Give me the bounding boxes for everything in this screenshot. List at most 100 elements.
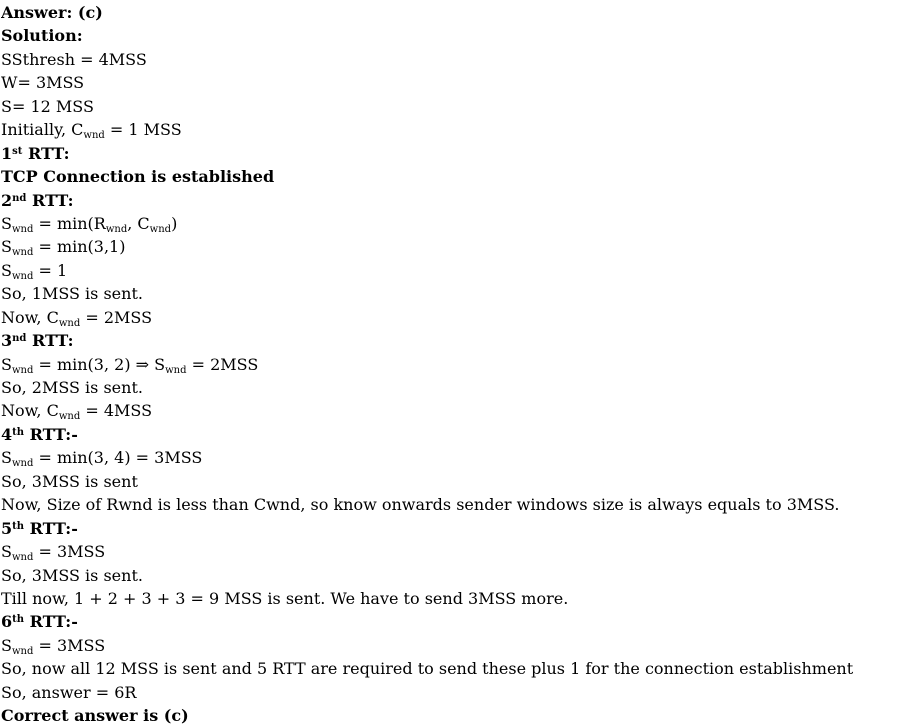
- line-text: Correct answer is (c): [1, 706, 189, 726]
- final-answer-line: So, answer = 6R: [1, 681, 899, 704]
- line-text: Till now, 1 + 2 + 3 + 3 = 9 MSS is sent.…: [1, 588, 569, 608]
- superscript-text: st: [12, 145, 23, 157]
- line-text: RTT:: [26, 190, 74, 210]
- subscript-text: wnd: [11, 223, 34, 235]
- superscript-text: nd: [12, 192, 27, 204]
- subscript-text: wnd: [11, 458, 34, 470]
- subscript-text: wnd: [165, 364, 187, 376]
- rtt5-line3: Till now, 1 + 2 + 3 + 3 = 9 MSS is sent.…: [1, 587, 899, 610]
- rtt3-heading: 3nd RTT:: [1, 329, 899, 352]
- line-text: Initially, C: [1, 120, 84, 140]
- subscript-text: wnd: [149, 223, 172, 235]
- superscript-text: th: [12, 614, 25, 626]
- line-text: 3: [1, 331, 13, 351]
- line-text: S: [1, 448, 12, 468]
- line-text: So, 2MSS is sent.: [1, 378, 143, 397]
- given-ssthresh: SSthresh = 4MSS: [1, 48, 899, 71]
- correct-answer: Correct answer is (c): [1, 704, 899, 727]
- solution-heading: Solution:: [1, 24, 899, 47]
- line-text: S: [1, 260, 12, 280]
- answer-heading: Answer: (c): [1, 1, 899, 24]
- rtt2-line2: Swnd = min(3,1): [1, 235, 899, 258]
- line-text: = 3MSS: [33, 635, 106, 655]
- rtt4-heading: 4th RTT:-: [1, 423, 899, 446]
- line-text: , C: [127, 213, 150, 233]
- line-text: = 1 MSS: [104, 120, 182, 140]
- line-text: = 4MSS: [80, 401, 153, 421]
- line-text: Answer: (c): [1, 3, 103, 22]
- line-text: S: [1, 237, 12, 257]
- line-text: TCP Connection is established: [1, 167, 275, 187]
- line-text: 1: [1, 143, 13, 163]
- line-text: So, 3MSS is sent.: [1, 565, 143, 585]
- rtt3-line3: Now, Cwnd = 4MSS: [1, 399, 899, 422]
- rtt2-line3: Swnd = 1: [1, 259, 899, 282]
- line-text: 5: [1, 518, 13, 538]
- rtt5-line1: Swnd = 3MSS: [1, 540, 899, 563]
- line-text: = 3MSS: [33, 542, 106, 562]
- initial-cwnd: Initially, Cwnd = 1 MSS: [1, 118, 899, 141]
- line-text: Now, C: [1, 307, 59, 327]
- line-text: So, now all 12 MSS is sent and 5 RTT are…: [1, 659, 854, 679]
- rtt3-line2: So, 2MSS is sent.: [1, 376, 899, 399]
- rtt4-line2: So, 3MSS is sent: [1, 470, 899, 493]
- line-text: Solution:: [1, 26, 83, 46]
- line-text: So, 3MSS is sent: [1, 471, 138, 491]
- rtt5-line2: So, 3MSS is sent.: [1, 564, 899, 587]
- subscript-text: wnd: [11, 364, 34, 376]
- rtt4-line1: Swnd = min(3, 4) = 3MSS: [1, 446, 899, 469]
- line-text: Now, C: [1, 401, 59, 421]
- line-text: Now, Size of Rwnd is less than Cwnd, so …: [1, 495, 840, 515]
- given-s: S= 12 MSS: [1, 95, 899, 118]
- rtt6-heading: 6th RTT:-: [1, 610, 899, 633]
- rtt2-heading: 2nd RTT:: [1, 189, 899, 212]
- line-text: S: [1, 213, 12, 233]
- subscript-text: wnd: [11, 552, 34, 564]
- rtt5-heading: 5th RTT:-: [1, 517, 899, 540]
- subscript-text: wnd: [58, 411, 81, 423]
- solution-document: Answer: (c) Solution: SSthresh = 4MSS W= 3M…: [1, 1, 899, 728]
- line-text: W= 3MSS: [1, 73, 85, 93]
- rtt3-line1: Swnd = min(3, 2) ⇒ Swnd = 2MSS: [1, 353, 899, 376]
- rtt2-line5: Now, Cwnd = 2MSS: [1, 306, 899, 329]
- rtt1-heading: 1st RTT:: [1, 142, 899, 165]
- line-text: SSthresh = 4MSS: [1, 49, 147, 69]
- line-text: 2: [1, 190, 13, 210]
- given-w: W= 3MSS: [1, 71, 899, 94]
- line-text: = 1: [33, 260, 68, 280]
- line-text: = min(R: [33, 213, 106, 233]
- subscript-text: wnd: [11, 270, 34, 282]
- line-text: = min(3,1): [33, 237, 126, 257]
- line-text: 4: [1, 424, 13, 444]
- superscript-text: nd: [12, 333, 27, 345]
- line-text: = 2MSS: [80, 307, 153, 327]
- line-text: RTT:: [22, 143, 70, 163]
- line-text: S: [1, 635, 12, 655]
- line-text: S: [1, 354, 12, 374]
- superscript-text: th: [12, 520, 25, 532]
- rtt2-line1: Swnd = min(Rwnd, Cwnd): [1, 212, 899, 235]
- line-text: RTT:: [26, 331, 74, 351]
- subscript-text: wnd: [11, 247, 34, 259]
- line-text: = 2MSS: [186, 354, 259, 374]
- line-text: RTT:-: [24, 612, 78, 632]
- subscript-text: wnd: [83, 130, 105, 142]
- line-text: RTT:-: [24, 518, 78, 538]
- line-text: ): [171, 213, 178, 233]
- line-text: S: [1, 542, 12, 562]
- rtt1-note: TCP Connection is established: [1, 165, 899, 188]
- subscript-text: wnd: [105, 223, 128, 235]
- line-text: So, 1MSS is sent.: [1, 284, 143, 304]
- superscript-text: th: [12, 426, 25, 438]
- line-text: = min(3, 2) ⇒ S: [33, 354, 166, 374]
- line-text: = min(3, 4) = 3MSS: [33, 448, 203, 468]
- line-text: So, answer = 6R: [1, 682, 137, 702]
- rtt4-line3: Now, Size of Rwnd is less than Cwnd, so …: [1, 493, 899, 516]
- subscript-text: wnd: [11, 645, 34, 657]
- line-text: 6: [1, 612, 13, 632]
- subscript-text: wnd: [58, 317, 81, 329]
- rtt6-line2: So, now all 12 MSS is sent and 5 RTT are…: [1, 657, 899, 680]
- line-text: RTT:-: [24, 424, 78, 444]
- rtt2-line4: So, 1MSS is sent.: [1, 282, 899, 305]
- rtt6-line1: Swnd = 3MSS: [1, 634, 899, 657]
